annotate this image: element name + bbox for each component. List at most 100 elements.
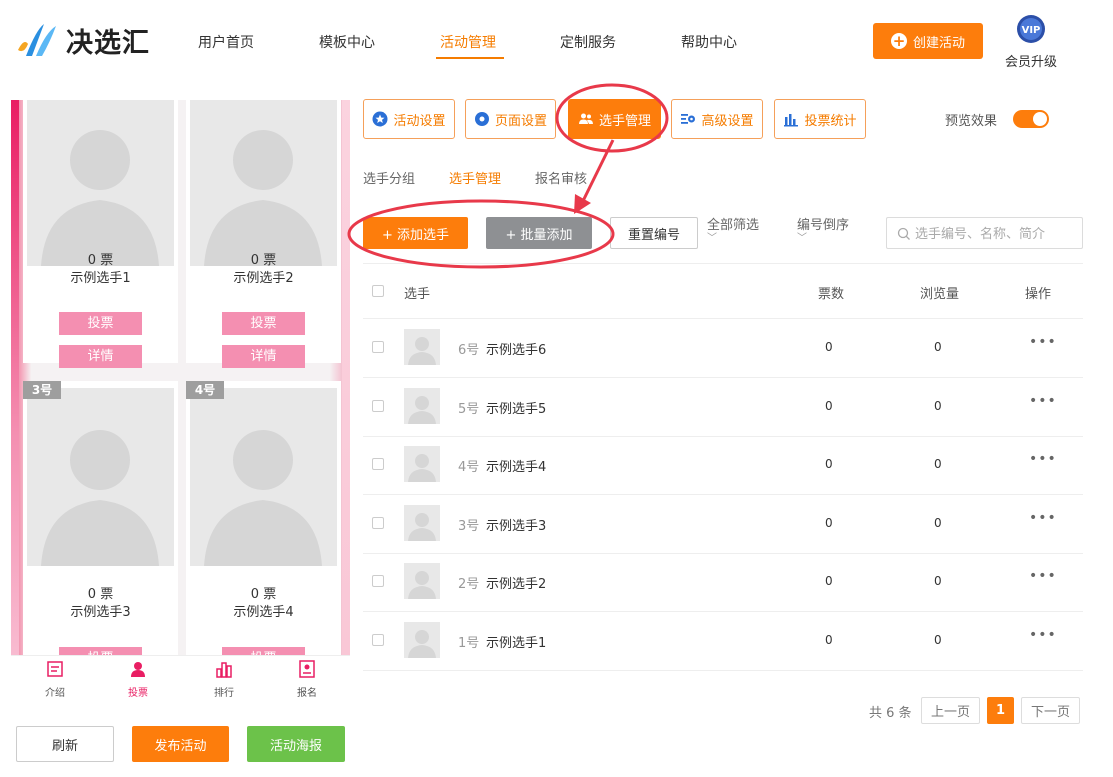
row-checkbox[interactable]	[372, 575, 384, 587]
player-avatar	[404, 329, 440, 365]
sort-number-dropdown[interactable]: 编号倒序 ﹀	[797, 218, 849, 244]
page-1-button[interactable]: 1	[987, 697, 1014, 724]
preview-vote-button[interactable]: 投票	[59, 647, 142, 655]
preview-card-name: 示例选手3	[70, 605, 131, 620]
more-actions-icon[interactable]: •••	[1029, 627, 1057, 643]
player-views: 0	[934, 516, 942, 530]
player-photo-placeholder	[190, 388, 337, 566]
subtab-signup-review[interactable]: 报名审核	[535, 168, 587, 187]
table-row[interactable]: 6号 示例选手6 0 0 •••	[363, 319, 1083, 378]
preview-card-votes: 0 票	[250, 253, 277, 268]
preview-vote-button[interactable]: 投票	[59, 312, 142, 335]
batch-add-button[interactable]: + 批量添加	[486, 217, 592, 249]
refresh-button[interactable]: 刷新	[16, 726, 114, 762]
table-row[interactable]: 2号 示例选手2 0 0 •••	[363, 553, 1083, 612]
search-box[interactable]	[886, 217, 1083, 249]
preview-player-card[interactable]: 3号 0 票 示例选手3 投票	[23, 381, 178, 655]
nav-custom-service[interactable]: 定制服务	[560, 32, 616, 52]
player-avatar	[404, 622, 440, 658]
tab-activity-settings[interactable]: 活动设置	[363, 99, 455, 139]
vip-label: 会员升级	[1004, 55, 1057, 70]
vip-badge-icon: VIP	[1017, 15, 1045, 43]
preview-tab-label: 投票	[128, 688, 148, 699]
preview-tab-label: 介绍	[45, 688, 65, 699]
nav-user-home[interactable]: 用户首页	[198, 32, 254, 52]
preview-left-decoration	[11, 100, 19, 655]
player-views: 0	[934, 399, 942, 413]
preview-player-card[interactable]: 0 票 示例选手2 投票 详情	[186, 100, 341, 368]
player-votes: 0	[825, 516, 833, 530]
next-page-button[interactable]: 下一页	[1021, 697, 1080, 724]
tab-player-management[interactable]: 选手管理	[568, 99, 661, 139]
user-icon	[131, 662, 145, 677]
table-row[interactable]: 5号 示例选手5 0 0 •••	[363, 378, 1083, 437]
row-checkbox[interactable]	[372, 341, 384, 353]
logo[interactable]: 决选汇	[14, 20, 150, 60]
preview-toggle[interactable]	[1013, 110, 1049, 128]
preview-tab-intro[interactable]: 介绍	[35, 660, 75, 699]
preview-tab-bar: 介绍 投票 排行 报名	[11, 655, 350, 701]
player-avatar	[404, 388, 440, 424]
player-number: 3号	[458, 519, 480, 534]
tab-label: 活动设置	[393, 113, 446, 129]
more-actions-icon[interactable]: •••	[1029, 568, 1057, 584]
row-checkbox[interactable]	[372, 634, 384, 646]
table-row[interactable]: 1号 示例选手1 0 0 •••	[363, 612, 1083, 671]
person-silhouette-icon	[41, 430, 159, 566]
preview-player-card[interactable]: 4号 0 票 示例选手4 投票	[186, 381, 341, 655]
player-photo-placeholder	[190, 100, 337, 266]
gear-icon	[474, 112, 489, 126]
create-activity-label: 创建活动	[912, 35, 965, 51]
row-checkbox[interactable]	[372, 400, 384, 412]
preview-tab-vote[interactable]: 投票	[118, 660, 158, 699]
table-row[interactable]: 4号 示例选手4 0 0 •••	[363, 436, 1083, 495]
preview-player-card[interactable]: 0 票 示例选手1 投票 详情	[23, 100, 178, 368]
mobile-preview[interactable]: 0 票 示例选手1 投票 详情 0 票 示例选手2 投票 详情 3号 0 票 示…	[11, 100, 350, 655]
tab-vote-statistics[interactable]: 投票统计	[774, 99, 866, 139]
person-silhouette-icon	[204, 430, 322, 566]
preview-vote-button[interactable]: 投票	[222, 647, 305, 655]
tab-advanced-settings[interactable]: 高级设置	[671, 99, 763, 139]
add-player-button[interactable]: + 添加选手	[363, 217, 468, 249]
player-name: 示例选手2	[486, 577, 547, 592]
activity-poster-button[interactable]: 活动海报	[247, 726, 345, 762]
preview-tab-ranking[interactable]: 排行	[204, 660, 244, 699]
preview-detail-button[interactable]: 详情	[222, 345, 305, 368]
row-checkbox[interactable]	[372, 517, 384, 529]
more-actions-icon[interactable]: •••	[1029, 510, 1057, 526]
select-all-checkbox[interactable]	[372, 285, 384, 297]
chevron-down-icon: ﹀	[797, 233, 807, 244]
create-activity-button[interactable]: + 创建活动	[873, 23, 983, 59]
filter-all-label: 全部筛选	[707, 218, 760, 233]
nav-activity-management[interactable]: 活动管理	[440, 32, 496, 52]
preview-tab-signup[interactable]: 报名	[287, 660, 327, 699]
subtab-player-groups[interactable]: 选手分组	[363, 168, 415, 187]
player-name: 示例选手1	[486, 636, 547, 651]
more-actions-icon[interactable]: •••	[1029, 393, 1057, 409]
table-row[interactable]: 3号 示例选手3 0 0 •••	[363, 495, 1083, 554]
pagination-total: 共 6 条	[869, 706, 912, 721]
preview-detail-button[interactable]: 详情	[59, 345, 142, 368]
filter-all-dropdown[interactable]: 全部筛选 ﹀	[707, 218, 759, 244]
more-actions-icon[interactable]: •••	[1029, 451, 1057, 467]
prev-page-button[interactable]: 上一页	[921, 697, 980, 724]
header-actions: 操作	[1025, 287, 1052, 302]
player-avatar	[404, 446, 440, 482]
reset-numbering-button[interactable]: 重置编号	[610, 217, 698, 249]
preview-vote-button[interactable]: 投票	[222, 312, 305, 335]
tab-label: 页面设置	[494, 113, 547, 129]
more-actions-icon[interactable]: •••	[1029, 334, 1057, 350]
header-votes: 票数	[818, 287, 845, 302]
search-input[interactable]	[915, 224, 1075, 244]
preview-card-votes: 0 票	[87, 253, 114, 268]
tab-page-settings[interactable]: 页面设置	[465, 99, 556, 139]
subtab-player-management[interactable]: 选手管理	[449, 168, 501, 187]
nav-help-center[interactable]: 帮助中心	[681, 32, 737, 52]
row-checkbox[interactable]	[372, 458, 384, 470]
person-silhouette-icon	[408, 630, 436, 658]
vip-upgrade[interactable]: VIP 会员升级	[1003, 14, 1059, 70]
table-header: 选手 票数 浏览量 操作	[363, 263, 1083, 319]
nav-template-center[interactable]: 模板中心	[319, 32, 375, 52]
publish-activity-button[interactable]: 发布活动	[132, 726, 229, 762]
player-number-badge: 3号	[23, 381, 61, 399]
